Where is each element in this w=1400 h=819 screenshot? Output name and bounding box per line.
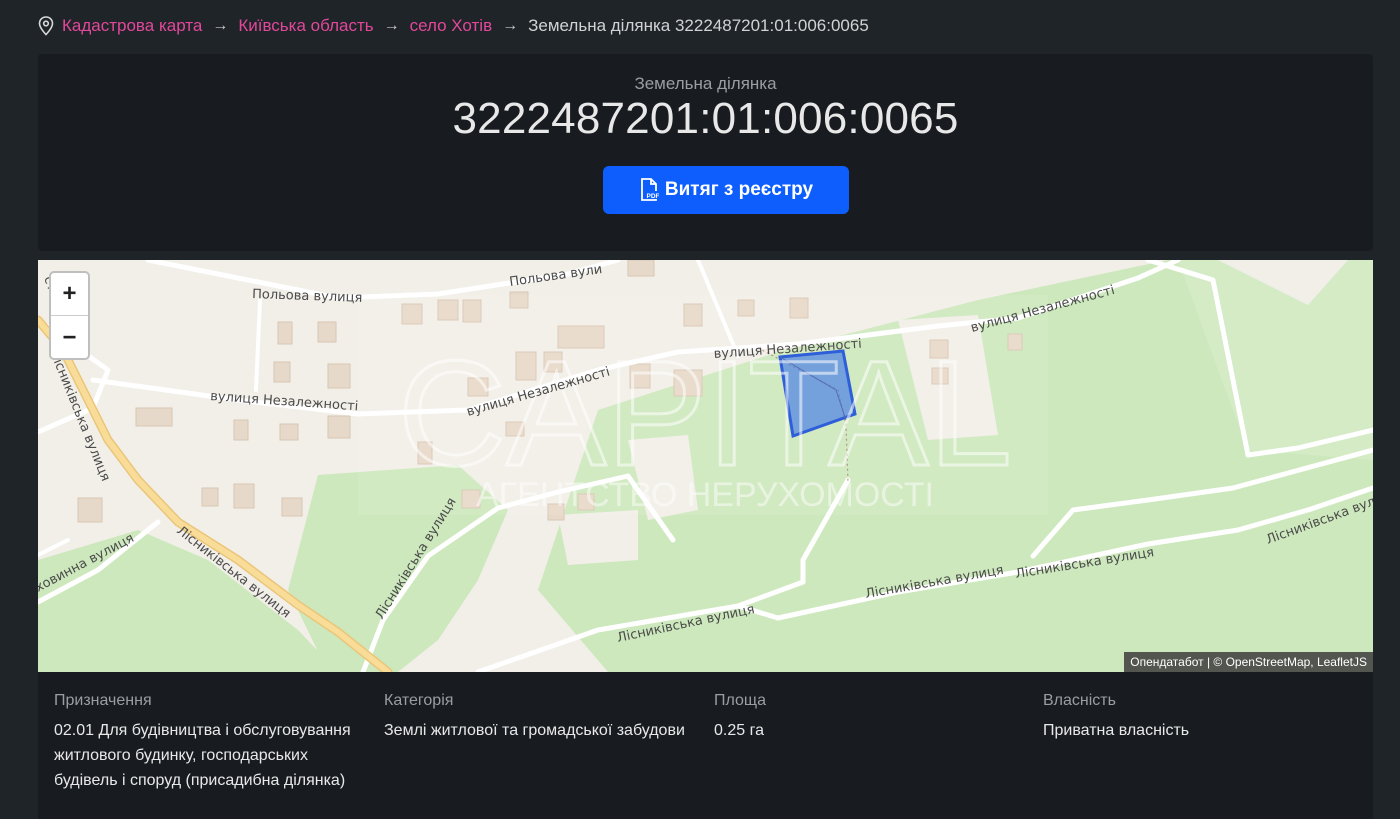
clearing [558,510,638,565]
zoom-out-button[interactable]: − [51,316,88,358]
map-base-layer: CAPITAL АГЕНТСТВО НЕРУХОМОСТІ Польова ву… [38,260,1373,672]
cadastral-map[interactable]: CAPITAL АГЕНТСТВО НЕРУХОМОСТІ Польова ву… [38,260,1373,672]
detail-label: Площа [714,692,766,709]
arrow-right-icon: → [212,17,229,34]
detail-area: Площа 0.25 га [714,692,1034,743]
detail-value: Приватна власність [1043,722,1190,739]
street-label: вулиця Незалежності [210,389,359,414]
breadcrumb-link-cadastral-map[interactable]: Кадастрова карта [62,16,202,36]
map-pin-icon [38,16,54,36]
registry-extract-label: Витяг з реєстру [664,179,814,200]
detail-label: Категорія [384,692,454,709]
map-attribution: Опендатабот | © OpenStreetMap, LeafletJS [1124,652,1373,672]
page-title: 3222487201:01:006:0065 [452,94,959,143]
detail-label: Власність [1043,692,1116,709]
watermark-subtext: АГЕНТСТВО НЕРУХОМОСТІ [476,476,934,514]
detail-ownership: Власність Приватна власність [1043,692,1363,743]
breadcrumb: Кадастрова карта → Київська область → се… [38,14,869,38]
detail-label: Призначення [54,692,152,709]
breadcrumb-current: Земельна ділянка 3222487201:01:006:0065 [528,16,869,35]
svg-text:PDF: PDF [646,193,659,200]
page-subtitle: Земельна ділянка [634,74,777,93]
detail-purpose: Призначення 02.01 Для будівництва і обсл… [54,692,374,793]
detail-value: Землі житлової та громадської забудови [384,722,685,739]
detail-value: 02.01 Для будівництва і обслуговування ж… [54,722,351,789]
arrow-right-icon: → [383,17,400,34]
detail-value: 0.25 га [714,722,764,739]
zoom-in-button[interactable]: + [51,273,88,316]
street-label: Польова вули [508,262,603,290]
registry-extract-button[interactable]: PDF Витяг з реєстру [603,166,849,214]
street-label: Польова вулиця [252,287,363,306]
breadcrumb-link-region[interactable]: Київська область [238,16,373,36]
detail-category: Категорія Землі житлової та громадської … [384,692,704,743]
arrow-right-icon: → [502,17,519,34]
pdf-file-icon: PDF [641,178,659,201]
breadcrumb-link-village[interactable]: село Хотів [410,16,493,36]
parcel-details: Призначення 02.01 Для будівництва і обсл… [38,672,1373,819]
parcel-header: Земельна ділянка 3222487201:01:006:0065 … [38,54,1373,251]
zoom-control: + − [49,271,90,360]
